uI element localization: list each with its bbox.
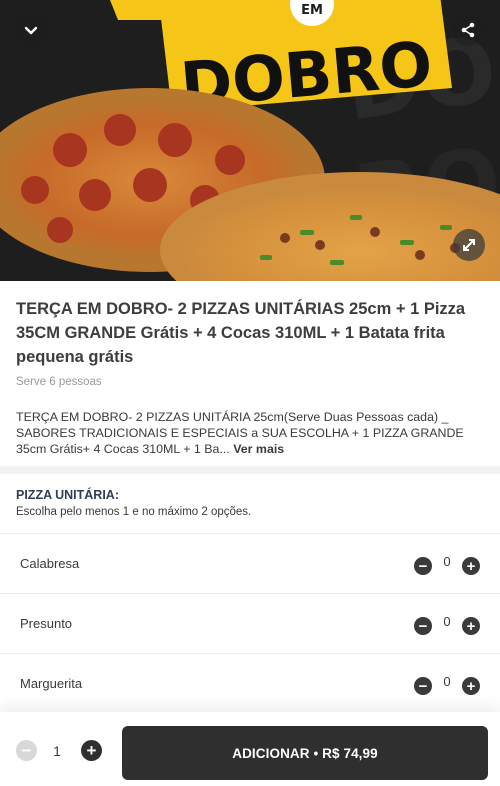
option-quantity: 0: [443, 614, 451, 629]
chevron-down-icon: [24, 26, 38, 35]
increase-button[interactable]: +: [462, 617, 480, 635]
see-more-link[interactable]: Ver mais: [233, 442, 284, 456]
option-row-calabresa: Calabresa − 0 +: [0, 533, 500, 593]
minus-icon: −: [21, 740, 32, 760]
badge-text: EM: [301, 3, 323, 18]
decrease-button[interactable]: −: [414, 617, 432, 635]
plus-icon: +: [466, 617, 476, 635]
increase-quantity-button[interactable]: +: [81, 740, 102, 761]
option-group-title: PIZZA UNITÁRIA:: [16, 488, 119, 502]
decrease-quantity-button[interactable]: −: [16, 740, 37, 761]
minus-icon: −: [418, 677, 428, 695]
product-image: DO RO EM DOBRO: [0, 0, 500, 281]
minus-icon: −: [418, 617, 428, 635]
option-group-subtitle: Escolha pelo menos 1 e no máximo 2 opçõe…: [16, 506, 252, 518]
expand-icon: [463, 239, 475, 251]
option-quantity: 0: [443, 674, 451, 689]
option-name: Marguerita: [20, 676, 83, 691]
option-name: Calabresa: [20, 556, 80, 571]
serves-label: Serve 6 pessoas: [16, 376, 102, 388]
product-title: TERÇA EM DOBRO- 2 PIZZAS UNITÁRIAS 25cm …: [16, 300, 466, 366]
plus-icon: +: [86, 740, 97, 760]
increase-button[interactable]: +: [462, 677, 480, 695]
pizza-promo-image: DO RO EM DOBRO: [0, 0, 500, 281]
increase-button[interactable]: +: [462, 557, 480, 575]
product-description: TERÇA EM DOBRO- 2 PIZZAS UNITÁRIA 25cm(S…: [16, 409, 486, 457]
plus-icon: +: [466, 557, 476, 575]
option-row-presunto: Presunto − 0 +: [0, 593, 500, 653]
minus-icon: −: [418, 557, 428, 575]
footer-bar: − 1 + ADICIONAR • R$ 74,99: [0, 712, 500, 786]
decrease-button[interactable]: −: [414, 677, 432, 695]
decrease-button[interactable]: −: [414, 557, 432, 575]
quantity-value: 1: [53, 743, 61, 759]
back-button[interactable]: [15, 14, 47, 46]
plus-icon: +: [466, 677, 476, 695]
share-button[interactable]: [452, 14, 484, 46]
add-to-cart-button[interactable]: ADICIONAR • R$ 74,99: [122, 726, 488, 780]
share-icon: [461, 22, 475, 38]
option-row-marguerita: Marguerita − 0 +: [0, 653, 500, 713]
expand-image-button[interactable]: [453, 229, 485, 261]
section-divider: [0, 466, 500, 474]
option-quantity: 0: [443, 554, 451, 569]
option-name: Presunto: [20, 616, 73, 631]
